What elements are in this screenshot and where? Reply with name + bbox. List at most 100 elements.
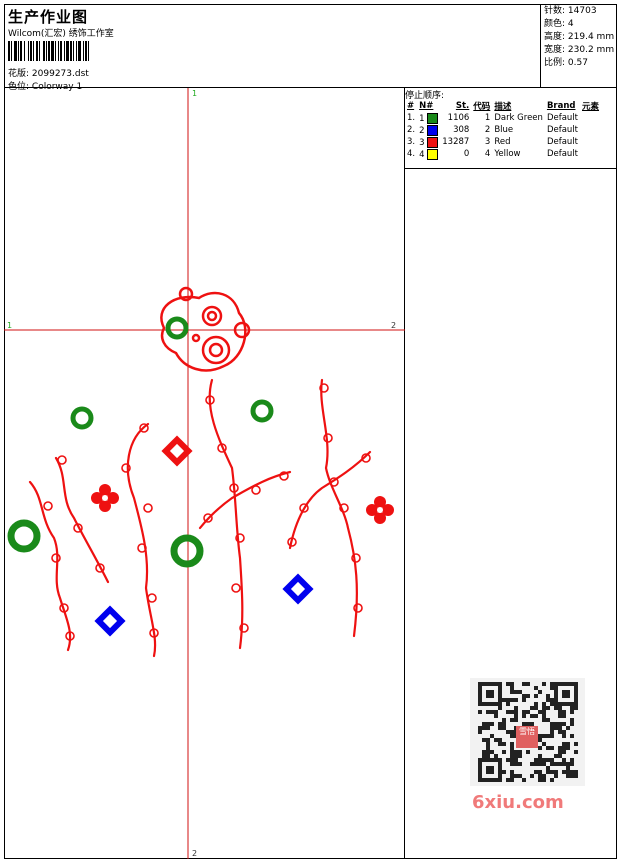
stat-value: 219.4 mm: [567, 32, 615, 42]
stat-label: 高度:: [544, 32, 566, 42]
table-row: 4. 4 0 4 Yellow Default: [405, 148, 601, 160]
row-stitches: 0: [463, 149, 470, 159]
watermark-seal: 雪悟: [516, 726, 538, 748]
stat-label: 比例:: [544, 58, 566, 68]
vine-7: [288, 450, 372, 550]
file-label: 花版:: [8, 69, 30, 79]
col-desc: 描述: [494, 102, 512, 112]
axis-label-top: 1: [192, 89, 197, 98]
green-ring: [165, 316, 189, 340]
vine-5: [198, 470, 292, 530]
file-name: 2099273.dst: [31, 69, 89, 79]
row-element: [580, 112, 601, 124]
vine-6: [320, 378, 358, 638]
stat-row: 比例: 0.57: [544, 57, 617, 70]
row-stitches: 308: [453, 125, 470, 135]
red-flower: [91, 484, 119, 512]
stat-value: 230.2 mm: [567, 45, 615, 55]
row-code: 1: [484, 113, 491, 123]
table-row: 3. 3 13287 3 Red Default: [405, 136, 601, 148]
top-ornament: [160, 286, 251, 372]
curl: [231, 583, 241, 593]
row-code: 4: [484, 149, 491, 159]
row-desc: Blue: [494, 125, 514, 135]
row-needle: 2: [417, 124, 440, 136]
row-code: 3: [484, 137, 491, 147]
row-needle: 4: [417, 148, 440, 160]
stat-row: 宽度: 230.2 mm: [544, 44, 617, 57]
row-brand: Default: [546, 149, 578, 159]
header-panel: 生产作业图 Wilcom(汇宏) 绣饰工作室 花版: 2099273.dst 色…: [4, 4, 541, 92]
embroidery-preview: 1 1 2 2: [4, 88, 405, 859]
watermark: 雪悟 6xiu.com: [470, 678, 585, 823]
curl: [51, 553, 61, 563]
row-code: 2: [484, 125, 491, 135]
color-swatch: [427, 112, 439, 124]
barcode: [8, 41, 89, 61]
stat-row: 高度: 219.4 mm: [544, 31, 617, 44]
stat-row: 颜色: 4: [544, 18, 617, 31]
green-ring: [70, 406, 94, 430]
curl: [43, 501, 53, 511]
stat-row: 针数: 14703: [544, 5, 617, 18]
row-element: [580, 148, 601, 160]
row-brand: Default: [546, 113, 578, 123]
curl: [143, 503, 153, 513]
curl: [251, 485, 261, 495]
table-row: 1. 1 1106 1 Dark Green Default: [405, 112, 601, 124]
row-needle: 3: [417, 136, 440, 148]
stat-label: 颜色:: [544, 19, 566, 29]
design-canvas: 1 1 2 2: [4, 88, 405, 859]
stat-value: 0.57: [567, 58, 588, 68]
row-index: 4.: [407, 149, 416, 159]
col-brand: Brand: [546, 101, 576, 111]
row-element: [580, 124, 601, 136]
divider: [405, 168, 617, 169]
studio-name: Wilcom(汇宏) 绣饰工作室: [8, 29, 114, 39]
row-index: 2.: [407, 125, 416, 135]
stat-label: 宽度:: [544, 45, 566, 55]
red-flower: [366, 496, 394, 524]
file-info: 花版: 2099273.dst: [8, 66, 89, 79]
color-swatch: [427, 136, 439, 148]
col-index: #: [407, 101, 415, 111]
row-desc: Red: [494, 137, 511, 147]
row-stitches: 1106: [447, 113, 470, 123]
vine-1: [28, 480, 72, 652]
green-ring: [170, 534, 204, 568]
col-needle: N#: [419, 101, 434, 111]
page-title: 生产作业图: [8, 8, 89, 26]
row-brand: Default: [546, 137, 578, 147]
curl: [57, 455, 67, 465]
color-swatch: [427, 124, 439, 136]
vine-4: [208, 378, 244, 650]
color-swatch: [427, 148, 439, 160]
row-desc: Dark Green: [494, 113, 543, 123]
axis-label-bottom: 2: [192, 849, 197, 858]
stats-panel: 针数: 14703 颜色: 4 高度: 219.4 mm 宽度: 230.2 mm 比例…: [540, 4, 617, 88]
row-index: 3.: [407, 137, 416, 147]
col-stitches: St.: [455, 101, 470, 111]
stat-value: 14703: [567, 6, 597, 16]
axis-label-left: 1: [7, 321, 12, 330]
axis-label-right: 2: [391, 321, 396, 330]
row-desc: Yellow: [494, 149, 521, 159]
green-ring: [250, 399, 274, 423]
stop-sequence-table: # N# St. 代码 描述 Brand 元素 1. 1 1106 1 Dark Gr…: [405, 100, 601, 160]
curl: [351, 553, 361, 563]
col-code: 代码: [473, 102, 491, 112]
col-element: 元素: [582, 102, 600, 112]
row-needle: 1: [417, 112, 440, 124]
row-element: [580, 136, 601, 148]
watermark-text: 6xiu.com: [472, 792, 564, 813]
stat-value: 4: [567, 19, 574, 29]
row-brand: Default: [546, 125, 578, 135]
stat-label: 针数:: [544, 6, 566, 16]
table-row: 2. 2 308 2 Blue Default: [405, 124, 601, 136]
table-header-row: # N# St. 代码 描述 Brand 元素: [405, 100, 601, 112]
curl: [147, 593, 157, 603]
row-index: 1.: [407, 113, 416, 123]
green-ring: [7, 519, 41, 553]
row-stitches: 13287: [442, 137, 470, 147]
curl: [353, 603, 363, 613]
